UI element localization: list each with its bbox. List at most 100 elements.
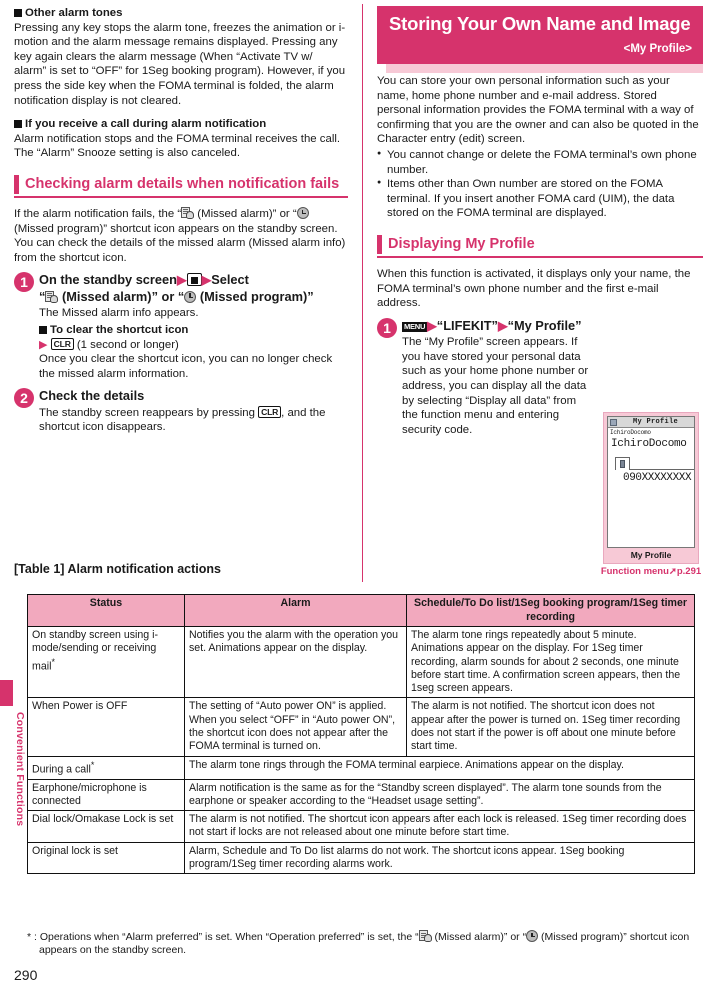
cell-status: During a call* xyxy=(27,755,185,780)
table-row: Original lock is set Alarm, Schedule and… xyxy=(27,841,695,875)
column-header-alarm: Alarm xyxy=(184,594,407,627)
phone-title-text: My Profile xyxy=(632,418,678,426)
missed-program-icon xyxy=(526,930,539,942)
step-1-right-heading: MENU ▶“LIFEKIT”▶“My Profile” xyxy=(402,317,582,333)
cell-status: Earphone/microphone is connected xyxy=(27,778,185,812)
cell-status: When Power is OFF xyxy=(27,697,185,757)
banner-title: Storing Your Own Name and Image xyxy=(389,13,691,34)
paragraph-intro-missed-alarm: If the alarm notification fails, the “ (… xyxy=(14,206,346,264)
phone-tab xyxy=(615,457,630,470)
two-column-body: Other alarm tones Pressing any key stops… xyxy=(0,0,703,592)
square-bullet-icon xyxy=(14,9,22,17)
chapter-tab-marker xyxy=(0,680,13,706)
chapter-tab-label: Convenient Functions xyxy=(14,712,26,827)
table-footnote: * : Operations when “Alarm preferred” is… xyxy=(27,930,690,957)
asterisk-marker: * xyxy=(51,656,55,667)
table-row: Dial lock/Omakase Lock is set The alarm … xyxy=(27,810,695,843)
step-1-right: 1 MENU ▶“LIFEKIT”▶“My Profile” The “My Pr… xyxy=(377,317,589,438)
phone-caption: My Profile xyxy=(630,550,672,560)
step-1-left: 1 On the standby screen▶ ▶Select “ (Misse… xyxy=(14,272,348,381)
cell-alarm: The setting of “Auto power ON” is applie… xyxy=(184,697,407,757)
cell-schedule: The alarm tone rings repeatedly about 5 … xyxy=(406,625,695,699)
step-2-body: The standby screen reappears by pressing… xyxy=(39,405,326,434)
step-1-clear-line: ▶ CLR (1 second or longer) xyxy=(39,337,179,351)
cell-alarm: Notifies you the alarm with the operatio… xyxy=(184,625,407,699)
paragraph-displaying-intro: When this function is activated, it disp… xyxy=(377,267,691,310)
asterisk-marker: * xyxy=(90,759,95,770)
table-row: During a call* The alarm tone rings thro… xyxy=(27,755,695,780)
triangle-arrow-icon: ▶ xyxy=(176,273,187,288)
paragraph-receive-call: Alarm notification stops and the FOMA te… xyxy=(14,132,341,160)
banner-box: Storing Your Own Name and Image <My Prof… xyxy=(377,6,703,64)
section-header-displaying-my-profile: Displaying My Profile xyxy=(377,234,703,258)
paragraph-other-alarm-tones: Pressing any key stops the alarm tone, f… xyxy=(14,21,346,107)
right-column: Storing Your Own Name and Image <My Prof… xyxy=(377,6,703,577)
center-key-icon xyxy=(186,273,202,287)
triangle-arrow-icon: ▶ xyxy=(201,273,212,288)
missed-alarm-icon xyxy=(45,290,59,303)
banner-subtitle: <My Profile> xyxy=(623,43,692,55)
list-item: Items other than Own number are stored o… xyxy=(377,176,703,221)
cell-merged: The alarm is not notified. The shortcut … xyxy=(184,810,695,843)
step-1-heading: On the standby screen▶ ▶Select “ (Missed … xyxy=(39,272,314,304)
section-header-checking-alarm-details: Checking alarm details when notification… xyxy=(14,174,348,198)
function-menu-reference: Function menu➚p.291 xyxy=(600,566,702,577)
table-row: Earphone/microphone is connected Alarm n… xyxy=(27,778,695,812)
table-row: When Power is OFF The setting of “Auto p… xyxy=(27,697,695,757)
manual-page: Convenient Functions Other alarm tones P… xyxy=(0,0,703,996)
step-1-body-2: Once you clear the shortcut icon, you ca… xyxy=(39,353,333,380)
list-item: You cannot change or delete the FOMA ter… xyxy=(377,147,703,177)
chapter-banner: Storing Your Own Name and Image <My Prof… xyxy=(377,6,703,73)
notes-list: You cannot change or delete the FOMA ter… xyxy=(377,147,703,221)
phone-screenshot: My Profile IchiroDocomo IchiroDocomo 090… xyxy=(599,412,703,577)
cell-merged: Alarm, Schedule and To Do list alarms do… xyxy=(184,841,695,875)
step-1-body-1: The Missed alarm info appears. xyxy=(39,307,199,320)
step-number-badge: 1 xyxy=(377,317,397,338)
table-caption: [Table 1] Alarm notification actions xyxy=(14,562,221,576)
subheading-other-alarm-tones: Other alarm tones xyxy=(14,6,348,21)
step-number-badge: 2 xyxy=(14,388,34,409)
alarm-notification-table: Status Alarm Schedule/To Do list/1Seg bo… xyxy=(27,594,695,875)
page-number: 290 xyxy=(14,967,38,983)
clr-key-icon: CLR xyxy=(50,337,74,350)
paragraph-my-profile-intro: You can store your own personal informat… xyxy=(377,75,699,146)
cell-merged: Alarm notification is the same as for th… xyxy=(184,778,695,812)
column-header-status: Status xyxy=(27,594,185,627)
cell-status: Dial lock/Omakase Lock is set xyxy=(27,810,185,843)
cell-schedule: The alarm is not notified. The shortcut … xyxy=(406,697,695,757)
step-1-right-body: The “My Profile” screen appears. If you … xyxy=(402,336,589,436)
phone-tab-rule xyxy=(630,469,694,470)
phone-tab-row xyxy=(615,457,694,470)
phone-number-value: 090XXXXXXXX xyxy=(623,472,692,484)
left-column: Other alarm tones Pressing any key stops… xyxy=(14,6,348,435)
mobile-phone-icon xyxy=(620,460,625,468)
table-row: On standby screen using i-mode/sending o… xyxy=(27,625,695,699)
square-bullet-icon xyxy=(14,120,22,129)
menu-key-icon: MENU xyxy=(402,321,428,333)
square-bullet-icon xyxy=(39,325,47,334)
step-2-heading: Check the details xyxy=(39,388,145,404)
phone-reading-name: IchiroDocomo xyxy=(610,429,651,436)
phone-screen: My Profile IchiroDocomo IchiroDocomo 090… xyxy=(607,416,695,548)
missed-alarm-icon xyxy=(181,206,195,219)
missed-alarm-icon xyxy=(418,930,432,942)
step-number-badge: 1 xyxy=(14,272,34,293)
triangle-arrow-icon: ▶ xyxy=(39,338,48,351)
cell-status: Original lock is set xyxy=(27,841,185,875)
column-divider xyxy=(362,4,363,582)
missed-program-icon xyxy=(296,206,309,219)
clr-key-icon: CLR xyxy=(258,405,282,419)
column-header-schedule: Schedule/To Do list/1Seg booking program… xyxy=(406,594,695,627)
table-header-row: Status Alarm Schedule/To Do list/1Seg bo… xyxy=(27,594,695,627)
profile-icon xyxy=(610,418,617,426)
step-2-left: 2 Check the details The standby screen r… xyxy=(14,388,348,435)
phone-title-bar: My Profile xyxy=(608,417,694,428)
subheading-clear-shortcut-icon: To clear the shortcut icon xyxy=(39,323,348,338)
triangle-arrow-icon: ▶ xyxy=(497,318,508,333)
missed-program-icon xyxy=(184,290,197,303)
subheading-receive-call: If you receive a call during alarm notif… xyxy=(14,117,348,132)
triangle-arrow-icon: ▶ xyxy=(427,318,437,333)
phone-display-name: IchiroDocomo xyxy=(611,438,687,450)
cell-status: On standby screen using i-mode/sending o… xyxy=(27,625,185,699)
cell-merged: The alarm tone rings through the FOMA te… xyxy=(184,755,695,780)
